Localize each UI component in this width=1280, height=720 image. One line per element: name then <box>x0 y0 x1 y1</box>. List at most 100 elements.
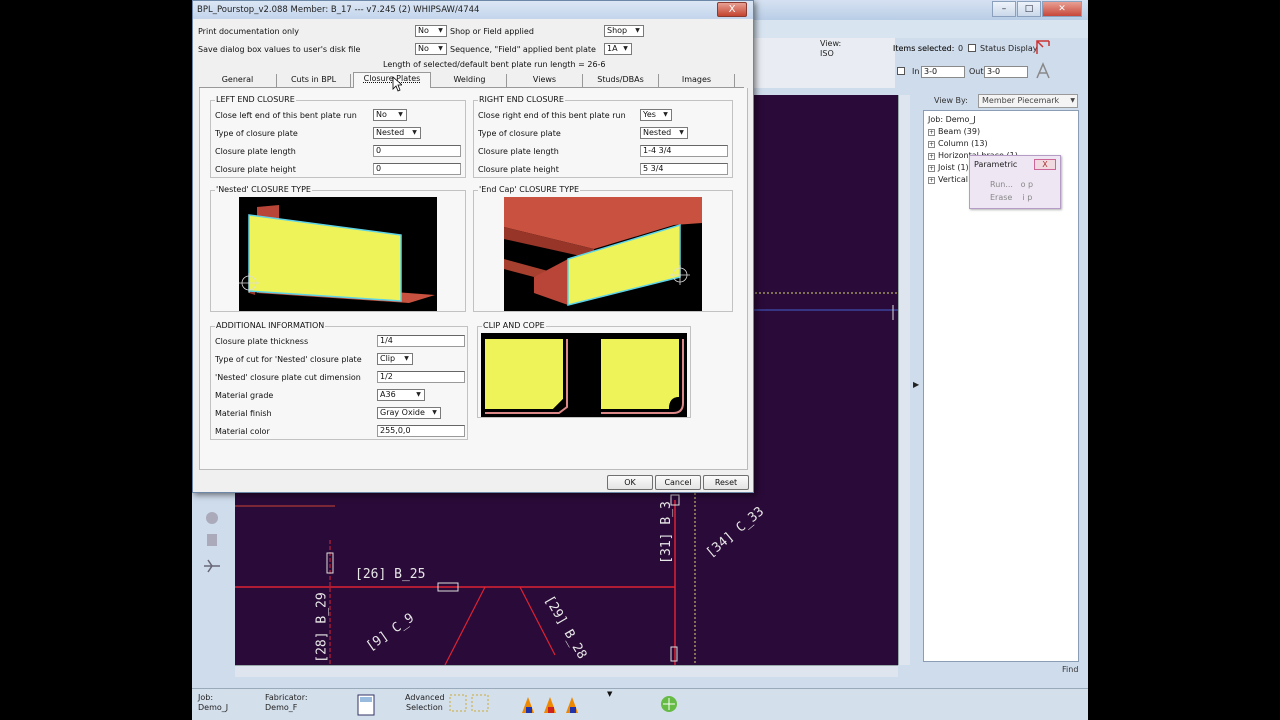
left-length-label: Closure plate length <box>215 147 296 156</box>
clip-cope-image <box>481 333 687 417</box>
color-input[interactable]: 255,0,0 <box>377 425 465 437</box>
in-input[interactable]: 3-0 <box>921 66 965 78</box>
chevron-down-icon: ▼ <box>1070 97 1075 104</box>
length-note: Length of selected/default bent plate ru… <box>383 60 606 69</box>
view-by-select[interactable]: Member Piecemark ▼ <box>978 94 1078 108</box>
right-height-input[interactable]: 5 3/4 <box>640 163 728 175</box>
status-display-label: Status Display <box>980 44 1038 53</box>
tab-cuts-in-bpl[interactable]: Cuts in BPL <box>277 74 351 88</box>
left-end-closure-group: LEFT END CLOSURE Close left end of this … <box>210 95 466 178</box>
chevron-down-icon: ▼ <box>412 129 417 136</box>
parametric-close-button[interactable]: X <box>1034 159 1056 170</box>
ok-button[interactable]: OK <box>607 475 653 490</box>
right-end-title: RIGHT END CLOSURE <box>478 95 565 104</box>
menu-item-label: Erase <box>990 193 1013 202</box>
parametric-run-item[interactable]: Run... o p <box>990 180 1033 189</box>
clip-cope-group: CLIP AND COPE <box>477 321 691 418</box>
additional-title: ADDITIONAL INFORMATION <box>215 321 326 330</box>
selection-label: Selection <box>406 703 443 712</box>
network-icon[interactable] <box>658 693 680 715</box>
tool-cylinder-icon[interactable] <box>202 530 222 550</box>
app-close-icon[interactable]: ✕ <box>1042 1 1082 17</box>
tab-views[interactable]: Views <box>507 74 583 88</box>
chevron-down-icon: ▼ <box>438 45 443 52</box>
print-doc-label: Print documentation only <box>198 27 299 36</box>
desktop-background <box>1088 0 1280 720</box>
panel-expand-icon[interactable]: ▶ <box>913 380 919 389</box>
select-value: No <box>376 110 387 119</box>
minimize-icon[interactable]: – <box>992 1 1016 17</box>
tab-general-information[interactable]: General Information <box>199 74 277 96</box>
canvas-horizontal-scrollbar[interactable] <box>235 665 898 677</box>
tree-item[interactable]: + Column (13) <box>928 139 988 148</box>
tree-item[interactable]: + Beam (39) <box>928 127 980 136</box>
tab-welding[interactable]: Welding <box>433 74 507 88</box>
tab-images[interactable]: Images <box>659 74 735 88</box>
right-length-label: Closure plate length <box>478 147 559 156</box>
tool-weld-icon[interactable] <box>202 556 222 576</box>
expand-icon[interactable]: + <box>928 129 935 136</box>
nested-title: 'Nested' CLOSURE TYPE <box>215 185 312 194</box>
expand-icon[interactable]: + <box>928 141 935 148</box>
tree-root[interactable]: Job: Demo_J <box>928 115 976 124</box>
print-doc-select[interactable]: No ▼ <box>415 25 447 37</box>
dialog-close-button[interactable]: X <box>717 2 747 17</box>
shop-field-label: Shop or Field applied <box>450 27 534 36</box>
right-length-input[interactable]: 1-4 3/4 <box>640 145 728 157</box>
status-display-checkbox[interactable] <box>968 44 976 52</box>
additional-info-group: ADDITIONAL INFORMATION Closure plate thi… <box>210 321 468 440</box>
figure-tools-icon[interactable] <box>518 693 588 715</box>
canvas-vertical-scrollbar[interactable] <box>898 95 910 665</box>
right-type-select[interactable]: Nested ▼ <box>640 127 688 139</box>
tab-studs-dbas[interactable]: Studs/DBAs <box>583 74 659 88</box>
chevron-down-icon[interactable]: ▼ <box>607 690 612 698</box>
maximize-icon[interactable]: □ <box>1017 1 1041 17</box>
tower-icon[interactable] <box>1034 62 1052 80</box>
tool-sphere-icon[interactable] <box>202 508 222 528</box>
grade-label: Material grade <box>215 391 274 400</box>
parametric-title: Parametric <box>974 160 1018 169</box>
right-close-label: Close right end of this bent plate run <box>478 111 626 120</box>
out-label: Out <box>969 67 984 76</box>
left-close-select[interactable]: No ▼ <box>373 109 407 121</box>
reset-button[interactable]: Reset <box>703 475 749 490</box>
sequence-select[interactable]: 1A ▼ <box>604 43 632 55</box>
save-values-select[interactable]: No ▼ <box>415 43 447 55</box>
menu-item-shortcut: i p <box>1022 193 1033 202</box>
expand-icon[interactable]: + <box>928 177 935 184</box>
left-height-input[interactable]: 0 <box>373 163 461 175</box>
out-input[interactable]: 3-0 <box>984 66 1028 78</box>
select-value: No <box>418 44 429 53</box>
crane-icon[interactable] <box>1034 38 1052 56</box>
shop-field-select[interactable]: Shop ▼ <box>604 25 644 37</box>
find-button[interactable]: Find <box>1062 665 1078 674</box>
cut-type-select[interactable]: Clip ▼ <box>377 353 413 365</box>
left-length-input[interactable]: 0 <box>373 145 461 157</box>
in-out-checkbox[interactable] <box>897 67 905 75</box>
view-value[interactable]: ISO <box>820 49 834 58</box>
cancel-button[interactable]: Cancel <box>655 475 701 490</box>
left-type-select[interactable]: Nested ▼ <box>373 127 421 139</box>
dialog-title-bar[interactable]: BPL_Pourstop_v2.088 Member: B_17 --- v7.… <box>193 1 753 19</box>
finish-label: Material finish <box>215 409 272 418</box>
nested-closure-group: 'Nested' CLOSURE TYPE <box>210 185 466 312</box>
drawing-label: [26] B_25 <box>355 567 426 582</box>
tree-item[interactable]: + Joist (1) <box>928 163 969 172</box>
finish-select[interactable]: Gray Oxide ▼ <box>377 407 441 419</box>
calculator-icon[interactable] <box>356 693 376 717</box>
fabricator-value: Demo_F <box>265 703 298 712</box>
selection-tools-icon[interactable] <box>448 693 492 715</box>
thickness-input[interactable]: 1/4 <box>377 335 465 347</box>
left-height-label: Closure plate height <box>215 165 296 174</box>
save-values-label: Save dialog box values to user's disk fi… <box>198 45 361 54</box>
expand-icon[interactable]: + <box>928 165 935 172</box>
parametric-erase-item[interactable]: Erase i p <box>990 193 1032 202</box>
chevron-down-icon: ▼ <box>398 111 403 118</box>
right-close-select[interactable]: Yes ▼ <box>640 109 672 121</box>
cut-dimension-input[interactable]: 1/2 <box>377 371 465 383</box>
app-window-controls: – □ ✕ <box>991 1 1082 17</box>
grade-select[interactable]: A36 ▼ <box>377 389 425 401</box>
clip-cope-title: CLIP AND COPE <box>482 321 546 330</box>
dialog-tabs: General Information Cuts in BPL Closure … <box>199 72 744 96</box>
expand-icon[interactable]: + <box>928 153 935 160</box>
